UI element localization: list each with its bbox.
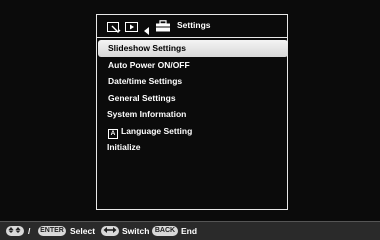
footer-switch-label: Switch xyxy=(122,226,150,236)
menu-item-general-settings[interactable]: General Settings xyxy=(98,90,288,107)
language-icon: A xyxy=(108,128,118,139)
footer-slash: / xyxy=(28,226,31,236)
slideshow-settings-icon[interactable] xyxy=(107,20,121,38)
menu-item-date-time-settings[interactable]: Date/time Settings xyxy=(98,73,288,90)
back-key-badge: BACK xyxy=(152,226,178,236)
menu-item-label: Language Setting xyxy=(121,125,193,136)
settings-menu: Slideshow Settings Auto Power ON/OFF Dat… xyxy=(98,40,288,156)
display-mode-icon[interactable] xyxy=(125,20,139,38)
menu-item-auto-power[interactable]: Auto Power ON/OFF xyxy=(98,57,288,74)
menu-item-language-setting[interactable]: A Language Setting xyxy=(98,123,288,140)
left-arrow-icon[interactable] xyxy=(144,22,150,40)
toolbox-icon xyxy=(155,19,171,37)
menu-item-system-information[interactable]: System Information xyxy=(98,106,288,123)
footer-select-label: Select xyxy=(70,226,96,236)
menu-item-slideshow-settings[interactable]: Slideshow Settings xyxy=(98,40,288,57)
enter-key-badge: ENTER xyxy=(38,226,66,236)
footer-end-label: End xyxy=(181,226,198,236)
settings-header: Settings xyxy=(97,15,287,38)
page-title: Settings xyxy=(177,20,211,30)
settings-panel: Settings Slideshow Settings Auto Power O… xyxy=(96,14,288,210)
footer-hints: / ENTER Select Switch BACK End xyxy=(0,221,380,240)
dpad-icon xyxy=(6,226,24,236)
left-right-icon xyxy=(101,226,119,236)
menu-item-initialize[interactable]: Initialize xyxy=(98,139,288,156)
